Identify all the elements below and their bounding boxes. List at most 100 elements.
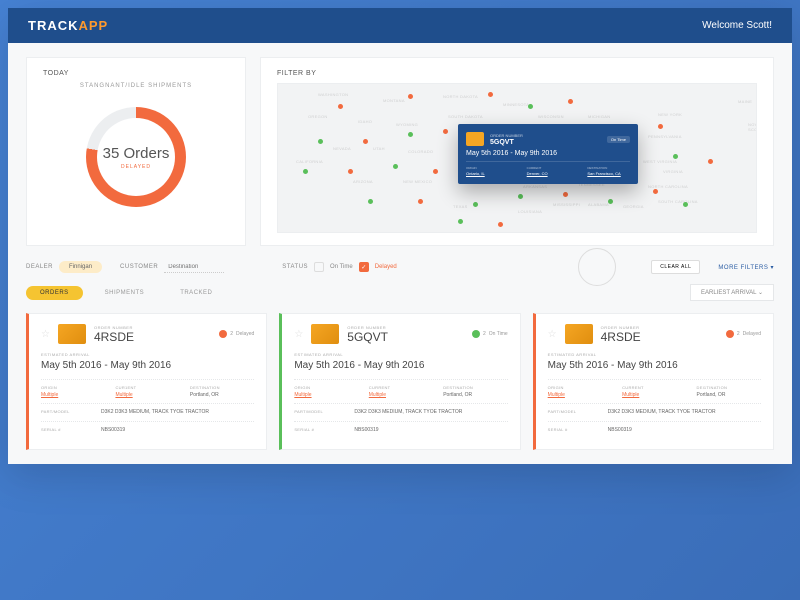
donut-chart: 35 Orders DELAYED [43, 97, 229, 217]
filters-bar: DEALER Finnigan CUSTOMER STATUS On Time … [26, 260, 774, 274]
status-icon [219, 330, 227, 338]
popup-label: ORDER NUMBER [490, 133, 523, 138]
customer-input[interactable] [164, 262, 224, 273]
map-pin[interactable] [683, 202, 688, 207]
map-popup[interactable]: ORDER NUMBER 5GQVT On Time May 5th 2016 … [458, 124, 638, 184]
card-status: 2 Delayed [219, 330, 254, 338]
sort-dropdown[interactable]: EARLIEST ARRIVAL ⌄ [690, 284, 774, 301]
map-pin[interactable] [563, 192, 568, 197]
origin-link[interactable]: Multiple [548, 392, 612, 398]
current-link[interactable]: Multiple [369, 392, 433, 398]
delayed-checkbox[interactable]: ✓ [359, 262, 369, 272]
filter-panel: FILTER BY WASHINGTON MONTANA NORTH DAKOT… [260, 57, 774, 246]
popup-date: May 5th 2016 - May 9th 2016 [466, 150, 630, 157]
header-bar: TRACKAPP Welcome Scott! [8, 8, 792, 43]
stagnant-label: STANGNANT/IDLE SHIPMENTS [43, 83, 229, 89]
popup-badge: On Time [607, 136, 630, 143]
engine-icon [311, 324, 339, 344]
donut-ring: 35 Orders DELAYED [86, 107, 186, 207]
order-card[interactable]: ☆ ORDER NUMBER 4RSDE 2 Delayed ESTIMATED… [26, 313, 267, 450]
more-filters-link[interactable]: MORE FILTERS ▾ [718, 264, 774, 271]
welcome-text: Welcome Scott! [702, 20, 772, 31]
star-icon[interactable]: ☆ [41, 329, 50, 340]
origin-link[interactable]: Multiple [294, 392, 358, 398]
tab-orders[interactable]: ORDERS [26, 286, 83, 300]
order-id: 5GQVT [347, 330, 388, 344]
logo-part2: APP [79, 18, 109, 33]
dealer-pill[interactable]: Finnigan [59, 261, 102, 273]
tab-shipments[interactable]: SHIPMENTS [91, 286, 159, 300]
map-pin[interactable] [488, 92, 493, 97]
est-value: May 5th 2016 - May 9th 2016 [41, 360, 254, 371]
card-status: 2 Delayed [726, 330, 761, 338]
est-label: ESTIMATED ARRIVAL [41, 352, 254, 357]
map-pin[interactable] [658, 124, 663, 129]
est-label: ESTIMATED ARRIVAL [548, 352, 761, 357]
map-view[interactable]: WASHINGTON MONTANA NORTH DAKOTA MINNESOT… [277, 83, 757, 233]
order-card[interactable]: ☆ ORDER NUMBER 4RSDE 2 Delayed ESTIMATED… [533, 313, 774, 450]
est-label: ESTIMATED ARRIVAL [294, 352, 507, 357]
clear-all-button[interactable]: CLEAR ALL [651, 260, 700, 274]
status-label: STATUS [282, 264, 308, 270]
origin-link[interactable]: Multiple [41, 392, 105, 398]
map-pin[interactable] [348, 169, 353, 174]
donut-count: 35 Orders [103, 145, 170, 162]
logo-part1: TRACK [28, 18, 79, 33]
ontime-text: On Time [330, 264, 353, 270]
tab-tracked[interactable]: TRACKED [166, 286, 226, 300]
tabs-row: ORDERS SHIPMENTS TRACKED EARLIEST ARRIVA… [26, 284, 774, 301]
map-pin[interactable] [418, 199, 423, 204]
est-value: May 5th 2016 - May 9th 2016 [294, 360, 507, 371]
map-pin[interactable] [673, 154, 678, 159]
engine-icon [58, 324, 86, 344]
map-pin[interactable] [458, 219, 463, 224]
dealer-label: DEALER [26, 264, 53, 270]
today-panel: TODAY STANGNANT/IDLE SHIPMENTS 35 Orders… [26, 57, 246, 246]
order-card[interactable]: ☆ ORDER NUMBER 5GQVT 2 On Time ESTIMATED… [279, 313, 520, 450]
map-pin[interactable] [518, 194, 523, 199]
today-title: TODAY [43, 70, 229, 77]
filter-title: FILTER BY [277, 70, 757, 77]
dealer-filter: DEALER Finnigan [26, 261, 102, 273]
status-filter: STATUS On Time ✓ Delayed [282, 262, 396, 272]
map-pin[interactable] [433, 169, 438, 174]
engine-icon [565, 324, 593, 344]
map-pin[interactable] [363, 139, 368, 144]
map-pin[interactable] [408, 94, 413, 99]
donut-center: 35 Orders DELAYED [97, 118, 175, 196]
est-value: May 5th 2016 - May 9th 2016 [548, 360, 761, 371]
map-pin[interactable] [408, 132, 413, 137]
order-id: 4RSDE [601, 330, 641, 344]
map-pin[interactable] [393, 164, 398, 169]
star-icon[interactable]: ☆ [548, 329, 557, 340]
status-icon [472, 330, 480, 338]
customer-filter: CUSTOMER [120, 262, 224, 273]
map-pin[interactable] [528, 104, 533, 109]
status-icon [726, 330, 734, 338]
current-link[interactable]: Multiple [622, 392, 686, 398]
delayed-text: Delayed [375, 264, 397, 270]
map-pin[interactable] [568, 99, 573, 104]
engine-icon [466, 132, 484, 146]
popup-id: 5GQVT [490, 139, 523, 146]
map-pin[interactable] [608, 199, 613, 204]
order-id: 4RSDE [94, 330, 134, 344]
customer-label: CUSTOMER [120, 264, 158, 270]
map-pin[interactable] [498, 222, 503, 227]
map-pin[interactable] [318, 139, 323, 144]
map-pin[interactable] [443, 129, 448, 134]
cards-row: ☆ ORDER NUMBER 4RSDE 2 Delayed ESTIMATED… [26, 313, 774, 450]
map-pin[interactable] [368, 199, 373, 204]
map-pin[interactable] [653, 189, 658, 194]
highlight-ring [578, 248, 616, 286]
logo: TRACKAPP [28, 18, 108, 33]
map-pin[interactable] [473, 202, 478, 207]
current-link[interactable]: Multiple [115, 392, 179, 398]
star-icon[interactable]: ☆ [294, 329, 303, 340]
top-panels: TODAY STANGNANT/IDLE SHIPMENTS 35 Orders… [26, 57, 774, 246]
map-pin[interactable] [303, 169, 308, 174]
ontime-checkbox[interactable] [314, 262, 324, 272]
donut-status: DELAYED [121, 164, 151, 170]
map-pin[interactable] [708, 159, 713, 164]
map-pin[interactable] [338, 104, 343, 109]
